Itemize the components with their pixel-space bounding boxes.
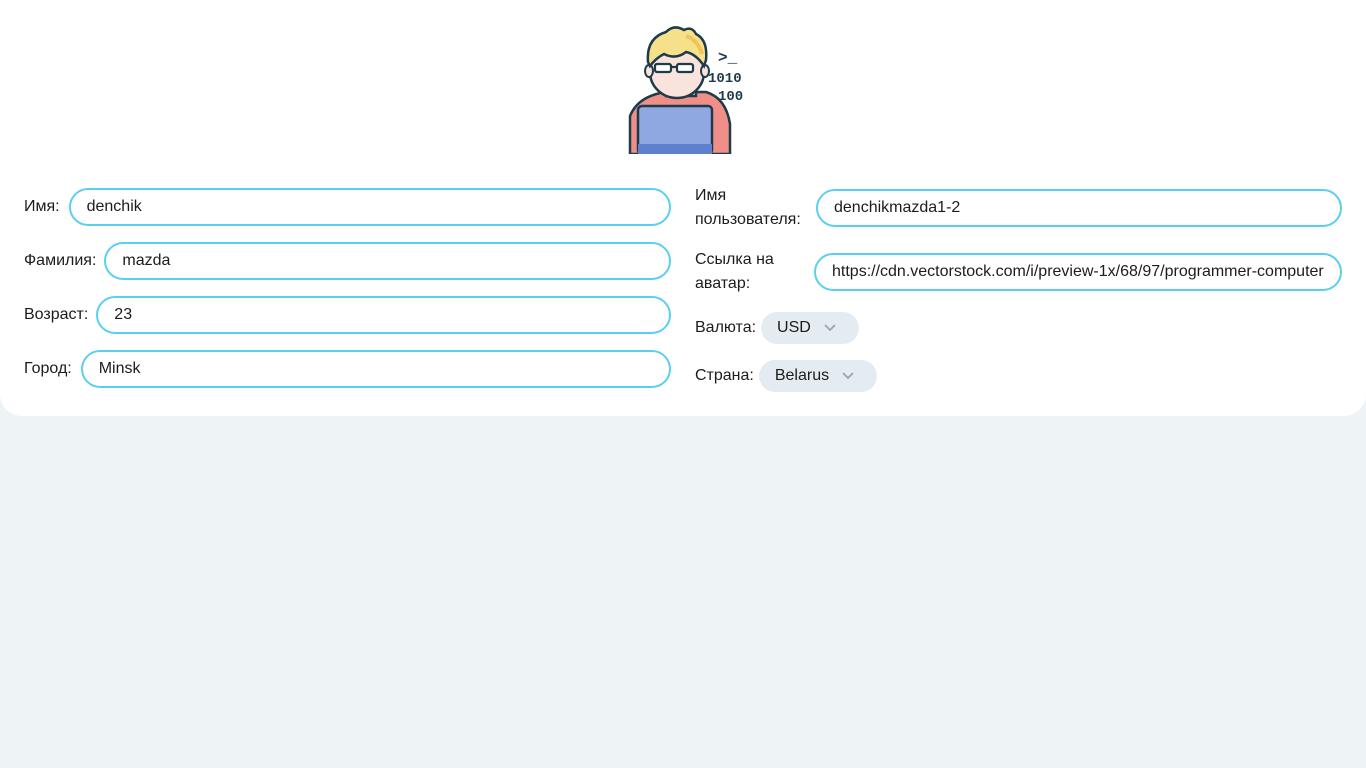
first-name-input[interactable]: [68, 188, 671, 226]
avatar-link-input[interactable]: [814, 253, 1342, 291]
programmer-avatar-icon: >_ 1010 100: [628, 26, 743, 154]
currency-select[interactable]: USD: [761, 312, 860, 344]
avatar-link-row: Ссылка на аватар:: [695, 248, 1342, 296]
first-name-label: Имя:: [24, 198, 60, 215]
first-name-row: Имя:: [24, 188, 671, 226]
last-name-label: Фамилия:: [24, 252, 97, 269]
last-name-row: Фамилия:: [24, 242, 671, 280]
svg-text:>_: >_: [718, 49, 738, 67]
username-label: Имя пользователя:: [695, 187, 801, 228]
last-name-input[interactable]: [104, 242, 671, 280]
username-row: Имя пользователя:: [695, 184, 1342, 232]
avatar-link-label: Ссылка на аватар:: [695, 251, 774, 292]
currency-value: USD: [777, 319, 811, 336]
age-label: Возраст:: [24, 306, 89, 323]
city-label: Город:: [24, 360, 72, 377]
username-input[interactable]: [816, 189, 1342, 227]
country-value: Belarus: [774, 367, 830, 384]
profile-card: >_ 1010 100 Имя: Фамилия: Возраст: Город…: [0, 0, 1366, 416]
age-input[interactable]: [96, 296, 671, 334]
svg-text:100: 100: [718, 89, 743, 105]
country-select[interactable]: Belarus: [758, 360, 877, 392]
currency-row: Валюта: USD: [695, 312, 860, 344]
chevron-down-icon: [842, 372, 854, 380]
svg-text:1010: 1010: [708, 71, 742, 87]
age-row: Возраст:: [24, 296, 671, 334]
chevron-down-icon: [824, 324, 836, 332]
country-row: Страна: Belarus: [695, 360, 877, 392]
currency-label: Валюта:: [695, 319, 757, 336]
city-row: Город:: [24, 350, 671, 388]
city-input[interactable]: [80, 350, 671, 388]
country-label: Страна:: [695, 367, 754, 384]
